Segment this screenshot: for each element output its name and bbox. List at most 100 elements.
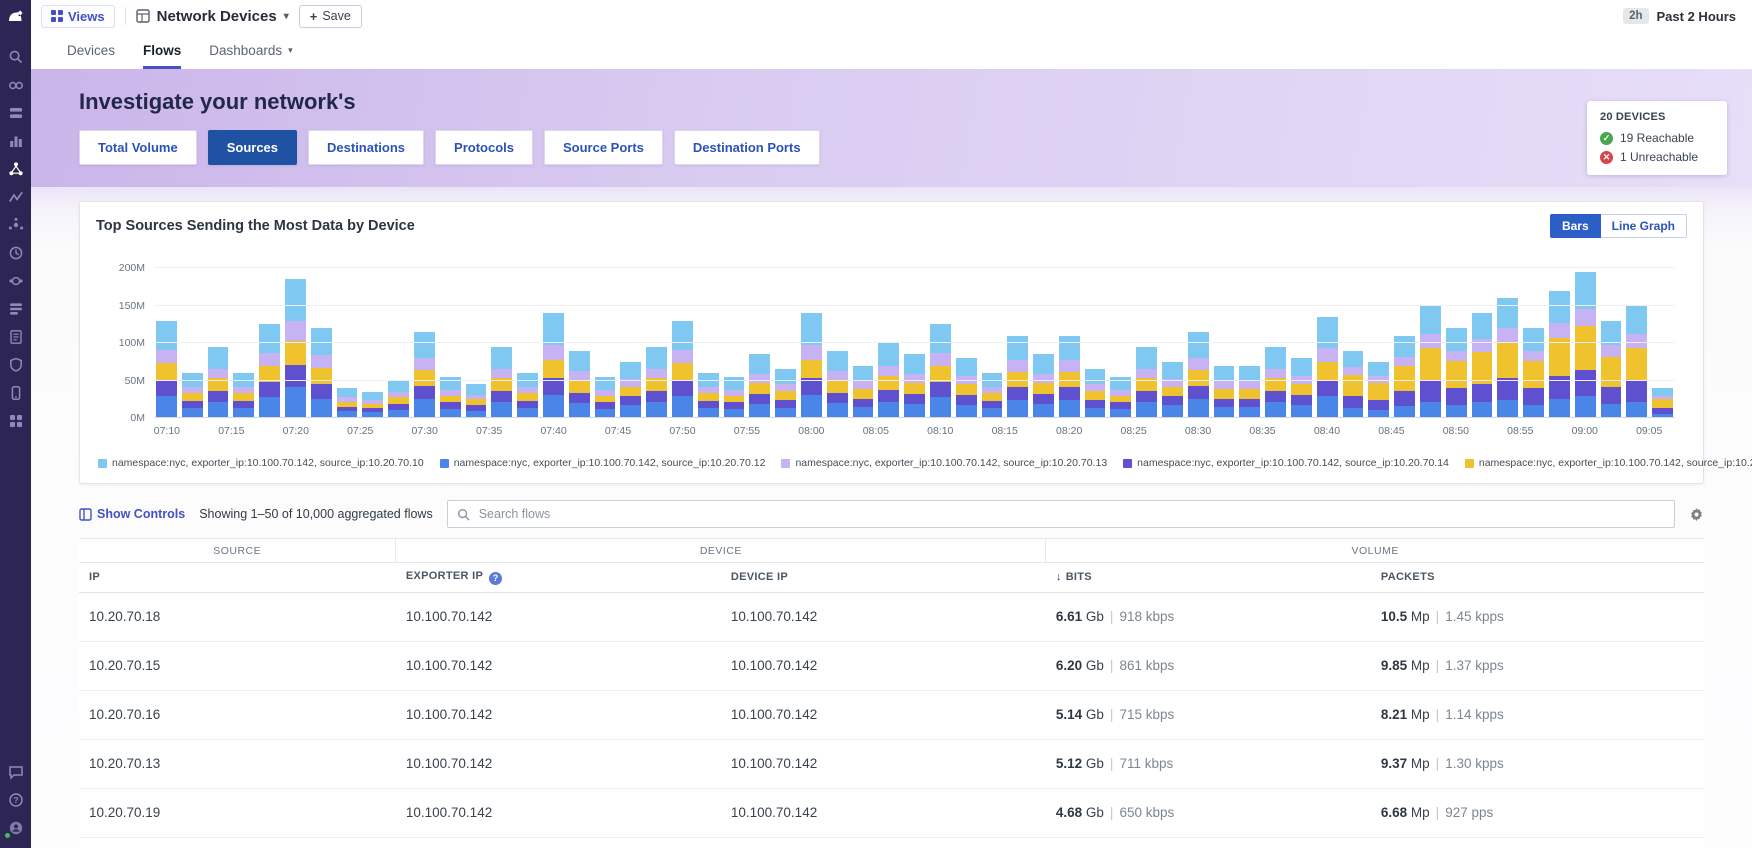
bar-07:10[interactable] <box>156 320 177 418</box>
bar-07:48[interactable] <box>646 346 667 418</box>
legend-item[interactable]: namespace:nyc, exporter_ip:10.100.70.142… <box>1464 457 1752 469</box>
logs-icon[interactable] <box>0 323 31 351</box>
security-icon[interactable] <box>0 351 31 379</box>
bar-08:40[interactable] <box>1316 316 1338 418</box>
bar-07:42[interactable] <box>568 350 590 418</box>
bar-08:28[interactable] <box>1162 361 1183 418</box>
tab-devices[interactable]: Devices <box>67 32 115 69</box>
table-row[interactable]: 10.20.70.19 10.100.70.142 10.100.70.142 4.6… <box>79 788 1704 838</box>
legend-item[interactable]: namespace:nyc, exporter_ip:10.100.70.142… <box>98 457 424 469</box>
synthetics-icon[interactable] <box>0 239 31 267</box>
device-ip-cell[interactable]: 10.100.70.142 <box>720 641 1046 691</box>
time-range-picker[interactable]: 2h Past 2 Hours <box>1623 8 1736 24</box>
bar-08:12[interactable] <box>955 358 977 418</box>
source-ip-cell[interactable]: 10.20.70.16 <box>79 690 396 740</box>
network-icon[interactable] <box>0 155 31 183</box>
bar-09:04[interactable] <box>1626 305 1648 418</box>
bar-07:20[interactable] <box>284 279 306 418</box>
bar-08:48[interactable] <box>1420 305 1441 418</box>
device-status-error[interactable]: ✕ 1 Unreachable <box>1600 150 1714 164</box>
metrics-icon[interactable] <box>0 127 31 155</box>
help-icon[interactable]: ? <box>489 571 503 585</box>
bar-08:26[interactable] <box>1136 346 1158 418</box>
column-header-exporter-ip[interactable]: EXPORTER IP? <box>395 562 721 593</box>
bar-08:04[interactable] <box>852 365 874 418</box>
search-flows-input[interactable] <box>476 506 1665 522</box>
bar-07:24[interactable] <box>336 388 358 418</box>
bar-07:58[interactable] <box>775 369 796 418</box>
device-ip-cell[interactable]: 10.100.70.142 <box>720 592 1046 642</box>
views-button[interactable]: Views <box>41 4 115 28</box>
bar-08:54[interactable] <box>1497 298 1519 418</box>
bar-09:02[interactable] <box>1600 320 1622 418</box>
bar-07:32[interactable] <box>439 376 461 418</box>
toggle-line-graph[interactable]: Line Graph <box>1600 214 1687 238</box>
bar-07:26[interactable] <box>362 391 384 418</box>
view-title-dropdown[interactable]: Network Devices ▾ <box>135 8 289 25</box>
exporter-ip-cell[interactable]: 10.100.70.142 <box>395 641 721 691</box>
workflows-icon[interactable] <box>0 295 31 323</box>
bar-07:54[interactable] <box>723 376 745 418</box>
device-ip-cell[interactable]: 10.100.70.142 <box>720 690 1046 740</box>
column-header-bits[interactable]: ↓ BITS <box>1045 562 1371 593</box>
source-ip-cell[interactable]: 10.20.70.18 <box>79 592 396 642</box>
bar-07:30[interactable] <box>413 331 435 418</box>
table-row[interactable]: 10.20.70.1010.100.70.14210.100.70.1424.5… <box>79 837 1704 848</box>
bar-08:44[interactable] <box>1368 361 1390 418</box>
filter-destinations[interactable]: Destinations <box>308 130 425 165</box>
apm-icon[interactable] <box>0 183 31 211</box>
bar-07:40[interactable] <box>542 313 564 418</box>
source-ip-cell[interactable]: 10.20.70.10 <box>79 837 396 848</box>
devices-summary-card[interactable]: 20 DEVICES ✓ 19 Reachable ✕ 1 Unreachable <box>1587 101 1727 175</box>
legend-item[interactable]: namespace:nyc, exporter_ip:10.100.70.142… <box>1123 457 1449 469</box>
bar-08:02[interactable] <box>826 350 848 418</box>
exporter-ip-cell[interactable]: 10.100.70.142 <box>395 788 721 838</box>
bar-08:42[interactable] <box>1342 350 1364 418</box>
device-ip-cell[interactable]: 10.100.70.142 <box>720 788 1046 838</box>
source-ip-cell[interactable]: 10.20.70.13 <box>79 739 396 789</box>
bar-08:36[interactable] <box>1265 346 1287 418</box>
save-button[interactable]: + Save <box>298 4 362 28</box>
search-icon[interactable] <box>0 43 31 71</box>
bar-07:28[interactable] <box>388 380 409 418</box>
bar-07:36[interactable] <box>491 346 513 418</box>
device-ip-cell[interactable]: 10.100.70.142 <box>720 739 1046 789</box>
exporter-ip-cell[interactable]: 10.100.70.142 <box>395 592 721 642</box>
watchdog-icon[interactable] <box>0 71 31 99</box>
rum-icon[interactable] <box>0 379 31 407</box>
exporter-ip-cell[interactable]: 10.100.70.142 <box>395 690 721 740</box>
filter-total-volume[interactable]: Total Volume <box>79 130 197 165</box>
column-header-device-ip[interactable]: DEVICE IP <box>720 562 1046 593</box>
bar-07:56[interactable] <box>749 354 771 418</box>
filter-source-ports[interactable]: Source Ports <box>544 130 663 165</box>
bar-07:18[interactable] <box>259 324 280 418</box>
table-row[interactable]: 10.20.70.15 10.100.70.142 10.100.70.142 6.2… <box>79 641 1704 691</box>
device-status-ok[interactable]: ✓ 19 Reachable <box>1600 131 1714 145</box>
ci-pipelines-icon[interactable] <box>0 267 31 295</box>
bar-08:18[interactable] <box>1033 354 1054 418</box>
show-controls-button[interactable]: Show Controls <box>79 507 185 521</box>
gear-icon[interactable] <box>1689 507 1704 522</box>
bar-07:34[interactable] <box>465 384 487 418</box>
table-row[interactable]: 10.20.70.16 10.100.70.142 10.100.70.142 5.1… <box>79 690 1704 740</box>
legend-item[interactable]: namespace:nyc, exporter_ip:10.100.70.142… <box>781 457 1107 469</box>
bar-09:00[interactable] <box>1574 271 1596 418</box>
table-row[interactable]: 10.20.70.13 10.100.70.142 10.100.70.142 5.1… <box>79 739 1704 789</box>
tab-flows[interactable]: Flows <box>143 32 182 69</box>
infrastructure-icon[interactable] <box>0 99 31 127</box>
bar-09:06[interactable] <box>1652 388 1674 418</box>
bar-08:58[interactable] <box>1549 290 1570 418</box>
source-ip-cell[interactable]: 10.20.70.19 <box>79 788 396 838</box>
toggle-bars[interactable]: Bars <box>1549 214 1601 238</box>
help-icon[interactable]: ? <box>0 786 31 814</box>
filter-destination-ports[interactable]: Destination Ports <box>673 130 820 165</box>
bar-08:00[interactable] <box>800 313 822 418</box>
device-ip-cell[interactable]: 10.100.70.142 <box>720 837 1046 848</box>
filter-protocols[interactable]: Protocols <box>435 130 533 165</box>
bar-07:14[interactable] <box>207 346 229 418</box>
column-header-ip[interactable]: IP <box>79 562 396 593</box>
bar-08:30[interactable] <box>1187 331 1209 418</box>
chat-icon[interactable] <box>0 758 31 786</box>
bar-08:24[interactable] <box>1110 376 1132 418</box>
column-header-packets[interactable]: PACKETS <box>1370 562 1704 593</box>
